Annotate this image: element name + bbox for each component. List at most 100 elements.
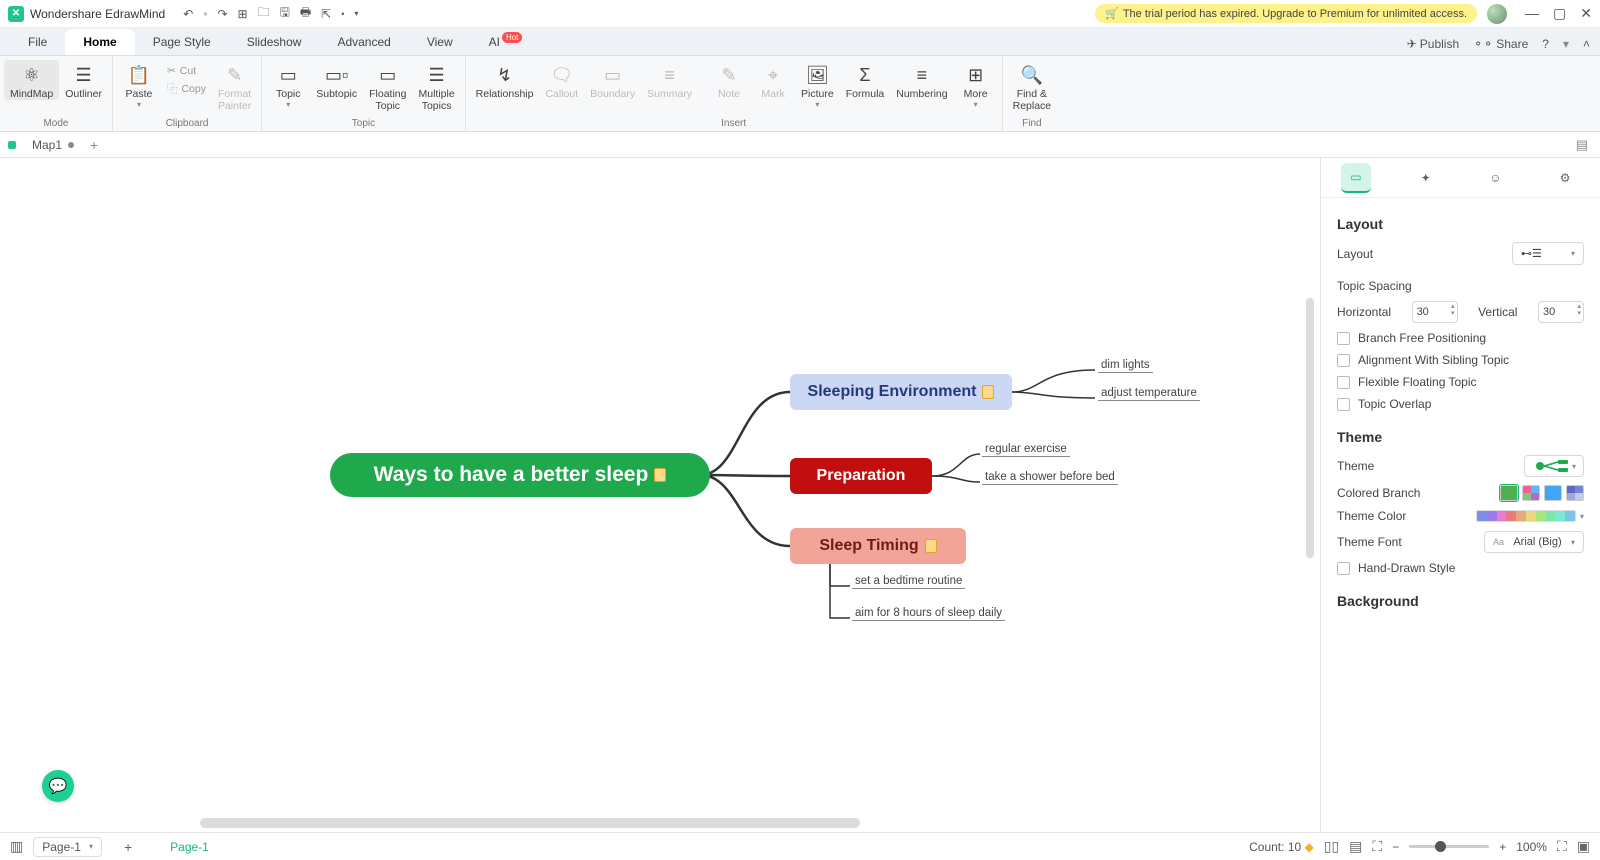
menu-advanced[interactable]: Advanced [319, 29, 408, 55]
leaf-topic[interactable]: dim lights [1098, 358, 1153, 373]
trial-banner[interactable]: 🛒 The trial period has expired. Upgrade … [1095, 4, 1477, 23]
floating-topic-button[interactable]: ▭Floating Topic [363, 60, 412, 112]
page-select-dropdown[interactable]: Page-1▾ [33, 837, 102, 857]
copy-button[interactable]: ⿻Copy [163, 80, 210, 97]
fit-view-icon[interactable]: ⛶ [1372, 838, 1382, 855]
vertical-spacing-input[interactable]: 30▴▾ [1538, 301, 1584, 323]
canvas[interactable]: Ways to have a better sleep Sleeping Env… [0, 158, 1320, 832]
relationship-button[interactable]: ↯Relationship [470, 60, 540, 100]
publish-button[interactable]: ✈Publish [1407, 37, 1459, 51]
zoom-in-button[interactable]: + [1499, 840, 1506, 854]
close-icon[interactable]: ✕ [1580, 5, 1592, 22]
format-painter-button[interactable]: ✎Format Painter [212, 60, 257, 112]
user-avatar[interactable] [1487, 4, 1507, 24]
cut-button[interactable]: ✂Cut [163, 64, 210, 78]
collapse-ribbon-icon[interactable]: ˄ [1583, 37, 1590, 51]
more-button[interactable]: ⊞More▾ [954, 60, 998, 109]
branch-free-checkbox[interactable]: Branch Free Positioning [1337, 331, 1584, 345]
root-topic[interactable]: Ways to have a better sleep [330, 453, 710, 497]
quick-access-more-icon[interactable]: ▾ [354, 9, 358, 18]
topic-preparation[interactable]: Preparation [790, 458, 932, 494]
find-replace-button[interactable]: 🔍Find & Replace [1007, 60, 1058, 112]
note-indicator-icon[interactable] [982, 385, 994, 399]
panel-toggle-icon[interactable]: ▤ [1576, 137, 1588, 153]
menu-slideshow[interactable]: Slideshow [229, 29, 320, 55]
open-icon[interactable]: 🗀 [258, 3, 270, 24]
formula-button[interactable]: ΣFormula [840, 60, 891, 100]
menu-page-style[interactable]: Page Style [135, 29, 229, 55]
branch-color-swatch[interactable] [1500, 485, 1518, 501]
zoom-slider[interactable] [1409, 845, 1489, 848]
horizontal-spacing-input[interactable]: 30▴▾ [1412, 301, 1458, 323]
topic-sleeping-environment[interactable]: Sleeping Environment [790, 374, 1012, 410]
mark-button[interactable]: ⌖Mark [751, 60, 795, 100]
leaf-topic[interactable]: regular exercise [982, 442, 1070, 457]
view-mode-2-icon[interactable]: ▤ [1349, 838, 1362, 855]
zoom-out-button[interactable]: − [1392, 840, 1399, 854]
panel-tab-layout[interactable]: ▭ [1341, 163, 1371, 193]
chat-fab-button[interactable]: 💬 [42, 770, 74, 802]
horizontal-scrollbar[interactable] [200, 818, 860, 828]
fullscreen-icon[interactable]: ⛶ [1557, 838, 1567, 855]
new-tab-button[interactable]: + [90, 137, 98, 153]
note-indicator-icon[interactable] [925, 539, 937, 553]
outliner-mode-button[interactable]: ☰Outliner [59, 60, 108, 100]
topic-button[interactable]: ▭Topic▾ [266, 60, 310, 109]
undo-icon[interactable]: ↶ [183, 7, 193, 21]
multiple-topics-button[interactable]: ☰Multiple Topics [412, 60, 460, 112]
topic-sleep-timing[interactable]: Sleep Timing [790, 528, 966, 564]
pages-panel-icon[interactable]: ▥ [10, 838, 23, 855]
help-caret-icon[interactable]: ▾ [1563, 37, 1569, 51]
add-page-button[interactable]: + [124, 839, 132, 855]
subtopic-button[interactable]: ▭▫Subtopic [310, 60, 363, 100]
menu-home[interactable]: Home [65, 29, 134, 55]
share-button[interactable]: ⚬⚬Share [1473, 37, 1528, 51]
callout-button[interactable]: 🗨Callout [539, 60, 584, 100]
note-button[interactable]: ✎Note [707, 60, 751, 100]
numbering-button[interactable]: ≡Numbering [890, 60, 953, 100]
page-tab[interactable]: Page-1 [170, 840, 209, 854]
spinner-icon[interactable]: ▴▾ [1451, 303, 1455, 317]
layout-dropdown[interactable]: ⊷☰▾ [1512, 242, 1584, 265]
leaf-topic[interactable]: adjust temperature [1098, 386, 1200, 401]
boundary-button[interactable]: ▭Boundary [584, 60, 641, 100]
menu-file[interactable]: File [10, 29, 65, 55]
export-icon[interactable]: ⇱ [321, 7, 331, 21]
overlap-checkbox[interactable]: Topic Overlap [1337, 397, 1584, 411]
document-tab[interactable]: Map1 [22, 138, 84, 152]
new-icon[interactable]: ⊞ [238, 7, 248, 21]
theme-dropdown[interactable]: ▾ [1524, 455, 1584, 477]
paste-button[interactable]: 📋Paste▾ [117, 60, 161, 109]
minimize-icon[interactable]: — [1525, 5, 1539, 22]
branch-color-swatch[interactable] [1566, 485, 1584, 501]
zoom-thumb[interactable] [1435, 841, 1446, 852]
theme-color-strip[interactable] [1476, 510, 1576, 522]
collapse-panel-icon[interactable]: ▣ [1577, 838, 1590, 855]
theme-font-dropdown[interactable]: AaArial (Big)▾ [1484, 531, 1584, 553]
menu-ai[interactable]: AIHot [471, 29, 539, 55]
panel-tab-style[interactable]: ✦ [1411, 163, 1441, 193]
maximize-icon[interactable]: ▢ [1553, 5, 1566, 22]
align-sibling-checkbox[interactable]: Alignment With Sibling Topic [1337, 353, 1584, 367]
help-icon[interactable]: ? [1542, 37, 1549, 51]
leaf-topic[interactable]: aim for 8 hours of sleep daily [852, 606, 1005, 621]
spinner-icon[interactable]: ▴▾ [1577, 303, 1581, 317]
zoom-level[interactable]: 100% [1516, 840, 1547, 854]
mindmap-mode-button[interactable]: ⚛MindMap [4, 60, 59, 100]
hand-drawn-checkbox[interactable]: Hand-Drawn Style [1337, 561, 1584, 575]
leaf-topic[interactable]: set a bedtime routine [852, 574, 965, 589]
leaf-topic[interactable]: take a shower before bed [982, 470, 1118, 485]
save-icon[interactable]: 🖫 [280, 3, 290, 24]
branch-color-swatch[interactable] [1522, 485, 1540, 501]
note-indicator-icon[interactable] [654, 468, 666, 482]
summary-button[interactable]: ≡Summary [641, 60, 698, 100]
view-mode-1-icon[interactable]: ▯▯ [1324, 838, 1339, 855]
chevron-down-icon[interactable]: ▾ [1580, 512, 1584, 521]
print-icon[interactable]: 🖶 [300, 3, 311, 24]
branch-color-swatch[interactable] [1544, 485, 1562, 501]
panel-tab-settings[interactable]: ⚙ [1550, 163, 1580, 193]
vertical-scrollbar[interactable] [1306, 298, 1314, 558]
flex-float-checkbox[interactable]: Flexible Floating Topic [1337, 375, 1584, 389]
picture-button[interactable]: 🖼Picture▾ [795, 60, 840, 109]
redo-icon[interactable]: ↷ [217, 7, 227, 21]
